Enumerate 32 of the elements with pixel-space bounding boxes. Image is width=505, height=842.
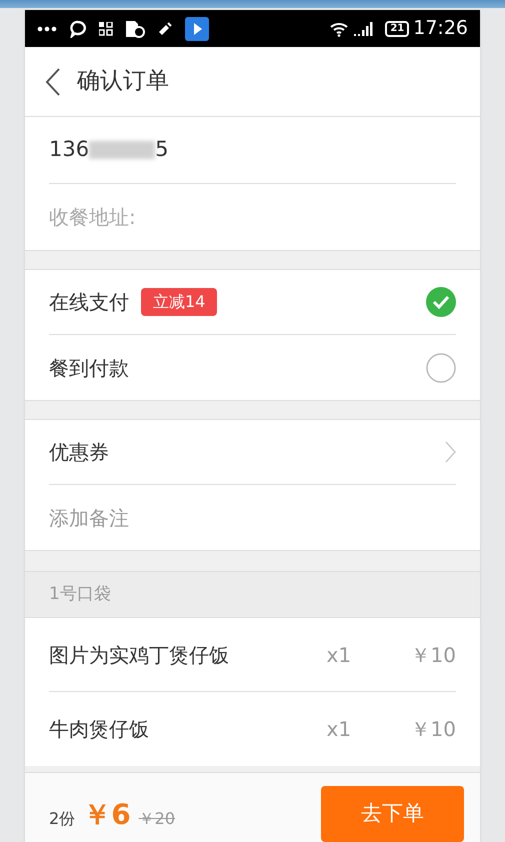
payment-option[interactable]: 在线支付 立减14 <box>49 270 456 335</box>
item-name: 图片为实鸡丁煲仔饭 <box>49 642 230 668</box>
back-icon[interactable] <box>45 66 61 96</box>
discount-badge: 立减14 <box>141 288 218 316</box>
redaction-mark <box>89 141 156 159</box>
original-price: ￥20 <box>138 808 176 830</box>
sd-card-icon <box>125 20 145 38</box>
payment-option[interactable]: 餐到付款 <box>49 335 456 400</box>
signal-icon <box>353 22 374 36</box>
address-field[interactable]: 收餐地址: <box>49 202 456 232</box>
phone-number: 136 <box>49 136 90 164</box>
item-quantity: x1 <box>326 642 352 668</box>
battery-indicator: 21 <box>385 20 410 36</box>
coupon-link[interactable]: 优惠券 <box>49 437 456 467</box>
more-icon <box>37 26 57 32</box>
bag-title: 1号口袋 <box>49 582 111 606</box>
total-price: ￥6 <box>83 797 131 833</box>
item-name: 牛肉煲仔饭 <box>49 716 150 743</box>
item-quantity: x1 <box>326 716 352 743</box>
brush-icon <box>157 20 173 36</box>
status-time: 17:26 <box>413 16 468 42</box>
note-field[interactable]: 添加备注 <box>49 502 456 532</box>
item-count: 2份 <box>49 808 76 830</box>
chevron-right-icon <box>444 440 456 464</box>
grid-icon <box>99 22 113 36</box>
play-icon <box>185 16 209 40</box>
phone-number-end: 5 <box>155 136 168 164</box>
page-title: 确认订单 <box>77 67 169 96</box>
wifi-icon <box>329 20 350 36</box>
item-price: ￥10 <box>410 716 456 743</box>
item-price: ￥10 <box>410 642 456 668</box>
chat-icon <box>69 20 87 38</box>
